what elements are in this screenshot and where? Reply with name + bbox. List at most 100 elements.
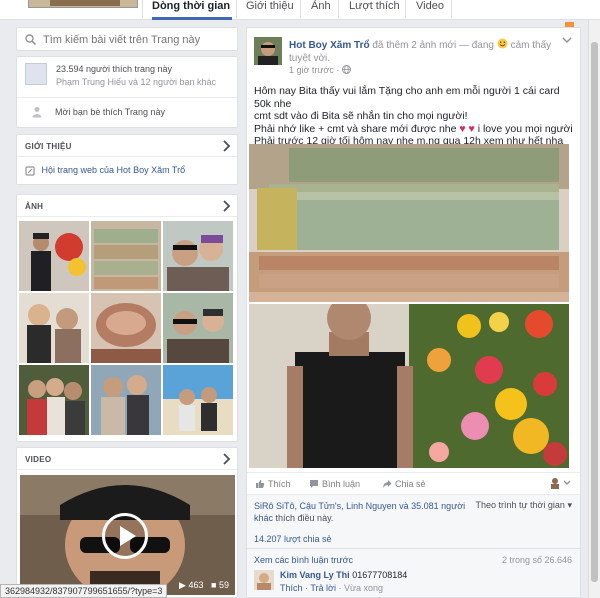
page-avatar[interactable] — [254, 37, 282, 65]
comment-like-link[interactable]: Thích — [280, 583, 303, 593]
page-likes-card: 23.594 người thích trang này Phạm Trung … — [16, 56, 238, 128]
like-label: Thích — [268, 479, 291, 489]
comment-button[interactable]: Bình luận — [309, 479, 360, 489]
chevron-right-icon — [223, 140, 231, 152]
timeline-post: Hot Boy Xăm Trổ đã thêm 2 ảnh mới — đang… — [246, 27, 581, 598]
photo-thumbnail[interactable] — [19, 293, 89, 363]
page-post-search — [16, 27, 238, 51]
audience-icon — [551, 478, 571, 489]
comment-icon: ■ — [211, 580, 217, 590]
post-text-line: cmt sdt vào đi Bita sẽ nhắn tin cho mọi … — [254, 110, 468, 122]
tab-videos[interactable]: Video — [416, 0, 444, 20]
post-text-line-part: Phải nhớ like + cmt và share mới được nh… — [254, 122, 457, 135]
tab-separator — [300, 0, 301, 18]
post-photo-person[interactable] — [249, 304, 569, 468]
page-scrollbar[interactable] — [588, 20, 600, 598]
post-author[interactable]: Hot Boy Xăm Trổ — [289, 40, 370, 51]
divider — [247, 548, 580, 549]
globe-icon[interactable] — [341, 65, 351, 74]
smiley-icon — [497, 38, 508, 49]
view-previous-comments[interactable]: Xem các bình luận trước — [254, 555, 353, 565]
tab-separator — [451, 0, 452, 18]
views-icon: ▶ — [179, 580, 186, 590]
comment-reply-link[interactable]: Trả lời — [310, 583, 336, 593]
cover-photo-detail — [50, 0, 120, 6]
share-button[interactable]: Chia sẻ — [382, 479, 426, 489]
heart-icon: ♥ ♥ — [459, 122, 475, 135]
intro-header[interactable]: GIỚI THIỆU — [17, 135, 237, 157]
comment-time[interactable]: Vừa xong — [344, 583, 383, 593]
friend-avatar[interactable] — [25, 63, 47, 85]
photo-thumbnail[interactable] — [91, 221, 161, 291]
commenter-avatar[interactable] — [254, 570, 274, 590]
photo-thumbnail[interactable] — [91, 293, 161, 363]
post-text: Hôm nay Bita thấy vui lắm Tặng cho anh e… — [254, 85, 576, 148]
tab-separator — [236, 0, 237, 18]
intro-section: GIỚI THIỆU Hội trang web của Hot Boy Xăm… — [16, 134, 238, 185]
photo-thumbnail[interactable] — [19, 365, 89, 435]
money-photo — [249, 144, 569, 302]
share-audience-selector[interactable] — [550, 477, 572, 492]
tab-timeline[interactable]: Dòng thời gian — [152, 0, 232, 20]
photos-header[interactable]: ẢNH — [17, 195, 237, 217]
post-actions: Thích Bình luận Chia sẻ — [247, 472, 580, 494]
tab-separator — [142, 0, 143, 18]
post-likers: SiRô SiTô, Cậu Tửn's, Linh Nguyen và 35.… — [254, 500, 484, 524]
photo-thumbnail[interactable] — [163, 221, 233, 291]
tab-about[interactable]: Giới thiệu — [246, 0, 294, 20]
post-text-line-part: i love you mọi người — [477, 122, 573, 135]
post-header: Hot Boy Xăm Trổ đã thêm 2 ảnh mới — đang… — [289, 38, 559, 65]
photo-thumbnail[interactable] — [19, 221, 89, 291]
post-shares[interactable]: 14.207 lượt chia sẻ — [254, 534, 331, 544]
chevron-right-icon — [223, 200, 231, 212]
comment-count: 2 trong số 26.646 — [501, 555, 572, 565]
tab-photos[interactable]: Ảnh — [311, 0, 331, 20]
thumbs-up-icon — [256, 480, 265, 488]
comment-sort-dropdown[interactable]: Theo trình tự thời gian ▾ — [475, 500, 572, 511]
video-stats: ▶ 463 ■ 59 — [179, 580, 229, 591]
post-time[interactable]: 1 giờ trước — [289, 65, 334, 75]
status-url: 362984932/837907799651655/?type=3 — [0, 584, 168, 598]
likes-friends[interactable]: Phạm Trung Hiếu và 12 người bạn khác — [56, 77, 216, 87]
photos-title: ẢNH — [25, 202, 44, 211]
tab-separator — [405, 0, 406, 18]
share-label: Chia sẻ — [395, 479, 426, 489]
comment-body: Kim Vang Ly Thi 01677708184 — [280, 570, 407, 580]
post-meta: 1 giờ trước · — [289, 65, 351, 75]
search-input[interactable] — [43, 31, 233, 48]
comment-icon — [310, 480, 318, 488]
post-options-chevron-icon[interactable] — [562, 36, 572, 44]
post-text-line: Hôm nay Bita thấy vui lắm Tặng cho anh e… — [254, 85, 560, 110]
comment-actions: Thích · Trả lời · Vừa xong — [280, 583, 383, 593]
like-button[interactable]: Thích — [255, 479, 291, 489]
photo-thumbnail[interactable] — [91, 365, 161, 435]
timeline-tabs: Dòng thời gian Giới thiệu Ảnh Lượt thích… — [0, 0, 600, 20]
photo-thumbnail[interactable] — [163, 365, 233, 435]
commenter-name[interactable]: Kim Vang Ly Thi — [280, 570, 350, 580]
link-icon — [25, 166, 35, 176]
intro-link-label: Hội trang web của Hot Boy Xăm Trổ — [41, 165, 186, 175]
photos-section: ẢNH — [16, 194, 238, 442]
video-comments: 59 — [218, 580, 229, 590]
post-photo-money[interactable] — [249, 144, 569, 302]
comment-sort-label: Theo trình tự thời gian — [475, 500, 565, 510]
tab-separator — [338, 0, 339, 18]
photo-thumbnail[interactable] — [163, 293, 233, 363]
share-icon — [383, 480, 392, 488]
video-thumbnail[interactable]: ▶ 463 ■ 59 — [20, 475, 235, 595]
person-photo — [249, 304, 569, 468]
play-video-button[interactable] — [102, 513, 148, 559]
videos-header[interactable]: VIDEO — [17, 448, 237, 470]
video-views: 463 — [188, 580, 204, 590]
post-social-area: SiRô SiTô, Cậu Tửn's, Linh Nguyen và 35.… — [247, 494, 580, 597]
scrollbar-thumb[interactable] — [591, 42, 598, 582]
search-icon — [25, 34, 36, 45]
post-text-line: Phải nhớ like + cmt và share mới được nh… — [254, 123, 576, 136]
tab-likes[interactable]: Lượt thích — [349, 0, 400, 20]
comment-label: Bình luận — [322, 479, 361, 489]
videos-title: VIDEO — [25, 455, 52, 464]
intro-link[interactable]: Hội trang web của Hot Boy Xăm Trổ — [25, 165, 185, 176]
post-action: đã thêm 2 ảnh mới — đang — [372, 40, 494, 51]
videos-section: VIDEO ▶ 463 ■ 59 — [16, 447, 238, 598]
invite-friends-row[interactable]: Mời bạn bè thích Trang này — [17, 97, 237, 125]
